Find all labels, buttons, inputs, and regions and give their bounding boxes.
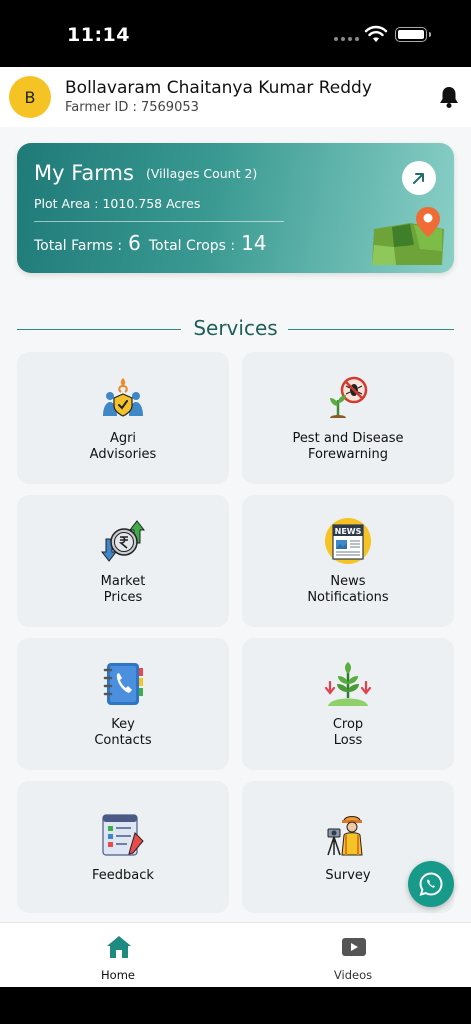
surveyor-icon xyxy=(327,816,363,856)
farm-stats: Total Farms : 6 Total Crops : 14 xyxy=(34,231,275,255)
villages-count: (Villages Count 2) xyxy=(146,166,258,181)
agri-advisories-tile[interactable]: Agri Advisories xyxy=(17,352,229,484)
tile-label: Key Contacts xyxy=(17,717,229,749)
total-crops-label: Total Crops : xyxy=(148,238,236,254)
tile-label-line2: Advisories xyxy=(89,447,157,462)
tile-label-line2: Forewarning xyxy=(307,447,389,462)
tile-label-line1: Market xyxy=(100,574,146,589)
my-farms-card[interactable]: My Farms (Villages Count 2) Plot Area : … xyxy=(17,143,454,273)
farmer-id: Farmer ID : 7569053 xyxy=(65,100,199,115)
bell-icon[interactable] xyxy=(438,85,460,109)
video-play-icon xyxy=(342,938,366,956)
feedback-form-icon xyxy=(102,814,144,856)
divider-right xyxy=(288,329,454,330)
newspaper-icon: NEWS xyxy=(325,518,371,564)
avatar[interactable]: B xyxy=(9,76,51,118)
tile-label-line2: Loss xyxy=(333,733,363,748)
tile-label: Pest and Disease Forewarning xyxy=(242,431,454,463)
tile-label: Crop Loss xyxy=(242,717,454,749)
tile-label-line1: News xyxy=(330,574,366,589)
cellular-signal-icon xyxy=(334,37,359,41)
crop-loss-tile[interactable]: Crop Loss xyxy=(242,638,454,770)
wifi-icon xyxy=(364,25,388,42)
news-notifications-tile[interactable]: NEWS News Notifications xyxy=(242,495,454,627)
farm-map-illustration xyxy=(372,207,444,265)
tile-label-line1: Feedback xyxy=(92,868,154,883)
market-prices-icon xyxy=(100,520,146,562)
user-name: Bollavaram Chaitanya Kumar Reddy xyxy=(65,78,372,98)
agri-advisory-icon xyxy=(103,378,143,417)
my-farms-title: My Farms xyxy=(34,161,134,185)
arrow-up-right-icon xyxy=(413,173,424,184)
tile-label: Agri Advisories xyxy=(17,431,229,463)
plot-area: Plot Area : 1010.758 Acres xyxy=(34,196,201,211)
nav-videos[interactable]: Videos xyxy=(293,923,413,988)
nav-home[interactable]: Home xyxy=(58,923,178,988)
card-divider xyxy=(34,221,284,222)
tile-label: News Notifications xyxy=(242,574,454,606)
home-icon xyxy=(107,936,131,958)
app-header: B Bollavaram Chaitanya Kumar Reddy Farme… xyxy=(0,67,471,127)
services-title: Services xyxy=(193,316,278,340)
tile-label-line2: Contacts xyxy=(94,733,152,748)
tile-label-line1: Key xyxy=(111,717,135,732)
total-crops-value: 14 xyxy=(241,231,267,255)
pest-disease-tile[interactable]: Pest and Disease Forewarning xyxy=(242,352,454,484)
whatsapp-icon xyxy=(419,872,443,896)
tile-label-line2: Prices xyxy=(103,590,143,605)
whatsapp-button[interactable] xyxy=(408,861,454,907)
tile-label-line1: Agri xyxy=(109,431,137,446)
battery-icon xyxy=(395,27,431,42)
contacts-book-icon xyxy=(103,663,143,705)
open-farms-button[interactable] xyxy=(402,161,436,195)
feedback-tile[interactable]: Feedback xyxy=(17,781,229,913)
market-prices-tile[interactable]: Market Prices xyxy=(17,495,229,627)
tile-label-line1: Pest and Disease xyxy=(292,431,404,446)
system-bottom-bar xyxy=(0,987,471,1024)
tile-label: Feedback xyxy=(17,868,229,884)
tile-label-line1: Crop xyxy=(332,717,364,732)
nav-label-videos: Videos xyxy=(333,968,373,982)
key-contacts-tile[interactable]: Key Contacts xyxy=(17,638,229,770)
total-farms-label: Total Farms : xyxy=(34,238,123,254)
pest-warning-icon xyxy=(330,376,368,418)
bottom-navigation: Home Videos xyxy=(0,922,471,987)
status-bar: 11:14 xyxy=(0,0,471,67)
tile-label: Market Prices xyxy=(17,574,229,606)
svg-text:NEWS: NEWS xyxy=(335,527,362,536)
crop-loss-icon xyxy=(324,662,372,706)
services-section-header: Services xyxy=(17,314,454,344)
tile-label-line2: Notifications xyxy=(307,590,389,605)
nav-label-home: Home xyxy=(101,968,135,982)
total-farms-value: 6 xyxy=(128,231,141,255)
status-time: 11:14 xyxy=(67,24,130,46)
